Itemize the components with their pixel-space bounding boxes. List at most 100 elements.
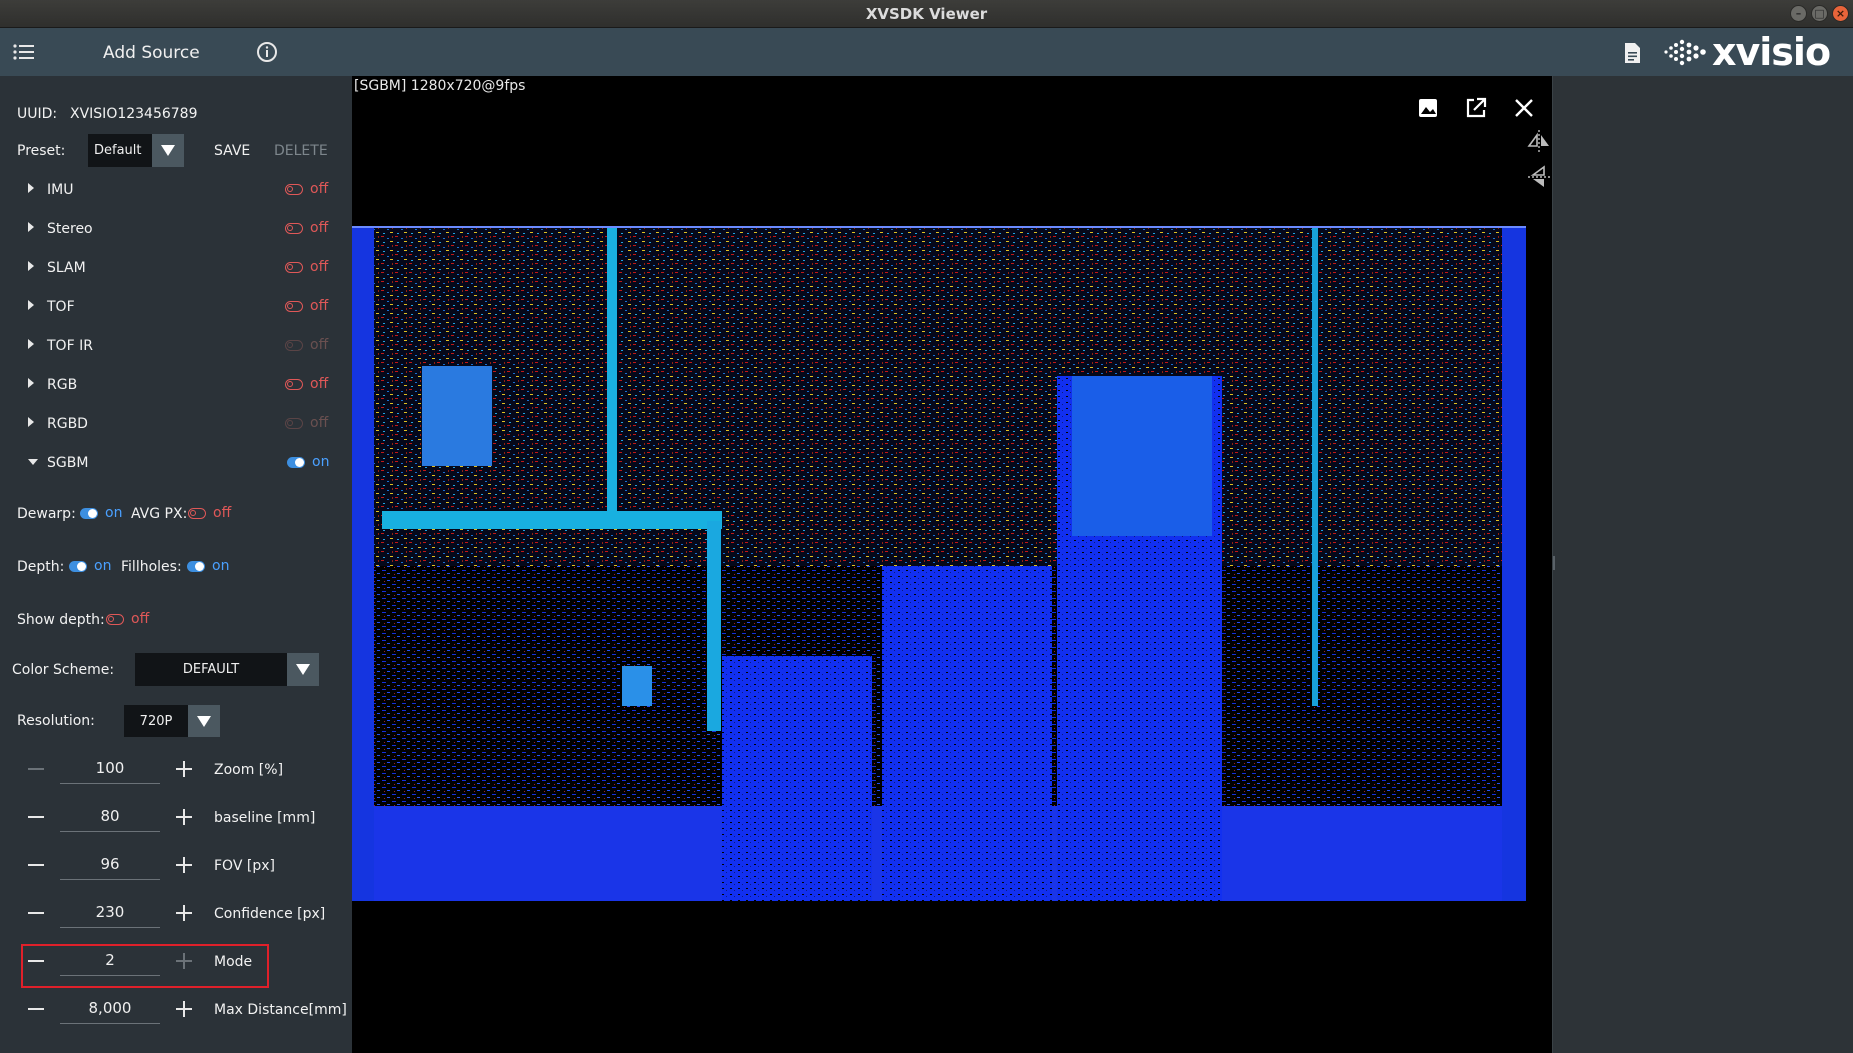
increment-icon[interactable] [176, 953, 192, 969]
flip-vertical-icon[interactable] [1526, 164, 1552, 190]
confidence-input[interactable] [60, 896, 160, 928]
resolution-value: 720P [139, 713, 173, 729]
increment-icon[interactable] [176, 905, 192, 921]
image-icon[interactable] [1414, 94, 1442, 122]
fov-input[interactable] [60, 848, 160, 880]
delete-preset-button[interactable]: DELETE [274, 143, 328, 159]
module-row-slam[interactable]: SLAM off [0, 252, 352, 282]
toggle-switch-icon [285, 222, 303, 234]
info-icon[interactable] [256, 41, 278, 63]
save-preset-button[interactable]: SAVE [214, 143, 250, 159]
confidence-label: Confidence [px] [214, 906, 326, 922]
close-icon[interactable] [1510, 94, 1538, 122]
color-scheme-dropdown[interactable]: DEFAULT [135, 653, 319, 686]
xvisio-logo: xvisio [1662, 30, 1848, 74]
mode-label: Mode [214, 954, 253, 970]
module-row-imu[interactable]: IMU off [0, 174, 352, 204]
baseline-input[interactable] [60, 800, 160, 832]
caret-right-icon [28, 261, 34, 271]
preset-label: Preset: [17, 143, 66, 159]
show-depth-toggle[interactable]: off [106, 611, 149, 627]
uuid-value: XVISIO123456789 [70, 106, 198, 122]
app-toolbar: Add Source xvisio [0, 28, 1853, 76]
toggle-switch-icon [285, 261, 303, 273]
decrement-icon[interactable] [28, 864, 44, 866]
max-distance-input[interactable] [60, 992, 160, 1024]
dropdown-arrow-icon [152, 134, 184, 167]
flip-horizontal-icon[interactable] [1526, 128, 1552, 154]
splitter-handle[interactable] [1553, 556, 1555, 570]
toggle-state: on [105, 505, 123, 521]
fov-label: FOV [px] [214, 858, 275, 874]
caret-right-icon [28, 339, 34, 349]
depth-label: Depth: [17, 559, 65, 575]
toggle-switch-icon [80, 507, 98, 519]
preset-dropdown[interactable]: Default [88, 134, 184, 167]
toggle-switch-icon [285, 417, 303, 429]
module-row-tof-ir[interactable]: TOF IR off [0, 330, 352, 360]
slam-toggle[interactable]: off [285, 259, 328, 275]
document-icon[interactable] [1622, 42, 1642, 64]
toggle-switch-icon [187, 560, 205, 572]
module-row-rgb[interactable]: RGB off [0, 369, 352, 399]
toggle-switch-icon [285, 339, 303, 351]
window-controls: – □ × [1790, 5, 1849, 22]
list-menu-icon[interactable] [12, 41, 36, 63]
tof-ir-toggle[interactable]: off [285, 337, 328, 353]
imu-toggle[interactable]: off [285, 181, 328, 197]
module-label: Stereo [47, 221, 93, 237]
resolution-dropdown[interactable]: 720P [124, 705, 220, 737]
toggle-state: on [94, 558, 112, 574]
decrement-icon[interactable] [28, 960, 44, 962]
add-source-button[interactable]: Add Source [103, 43, 200, 63]
max-distance-stepper: Max Distance[mm] [20, 990, 347, 1030]
close-window-button[interactable]: × [1832, 5, 1849, 22]
mode-input[interactable] [60, 944, 160, 976]
decrement-icon[interactable] [28, 1008, 44, 1010]
dropdown-arrow-icon [188, 705, 220, 737]
increment-icon[interactable] [176, 809, 192, 825]
tof-toggle[interactable]: off [285, 298, 328, 314]
toggle-switch-icon [285, 378, 303, 390]
minimize-button[interactable]: – [1790, 5, 1807, 22]
toggle-state: off [310, 415, 329, 431]
decrement-icon[interactable] [28, 816, 44, 818]
depth-toggle[interactable]: on [69, 558, 111, 574]
increment-icon[interactable] [176, 761, 192, 777]
toggle-switch-icon [285, 183, 303, 195]
avg-px-toggle[interactable]: off [188, 505, 231, 521]
increment-icon[interactable] [176, 857, 192, 873]
brand-name: xvisio [1712, 30, 1831, 74]
stream-info: [SGBM] 1280x720@9fps [354, 78, 525, 94]
module-row-stereo[interactable]: Stereo off [0, 213, 352, 243]
toggle-switch-icon [69, 560, 87, 572]
color-scheme-label: Color Scheme: [12, 662, 115, 678]
stream-viewer: [SGBM] 1280x720@9fps [352, 76, 1552, 1053]
stream-tag: [SGBM] [354, 78, 407, 94]
sgbm-depth-image [352, 226, 1526, 901]
module-row-tof[interactable]: TOF off [0, 291, 352, 321]
dewarp-toggle[interactable]: on [80, 505, 122, 521]
uuid-label: UUID: [17, 106, 58, 122]
module-label: RGB [47, 377, 78, 393]
dropdown-arrow-icon [287, 653, 319, 686]
toggle-switch-icon [188, 507, 206, 519]
toggle-state: off [310, 259, 329, 275]
toggle-switch-icon [285, 300, 303, 312]
rgb-toggle[interactable]: off [285, 376, 328, 392]
open-external-icon[interactable] [1462, 94, 1490, 122]
fillholes-label: Fillholes: [121, 559, 182, 575]
maximize-button[interactable]: □ [1811, 5, 1828, 22]
caret-right-icon [28, 417, 34, 427]
rgbd-toggle[interactable]: off [285, 415, 328, 431]
module-row-sgbm[interactable]: SGBM on [0, 447, 352, 477]
toggle-state: off [310, 181, 329, 197]
decrement-icon[interactable] [28, 768, 44, 770]
stereo-toggle[interactable]: off [285, 220, 328, 236]
sgbm-toggle[interactable]: on [287, 454, 329, 470]
fillholes-toggle[interactable]: on [187, 558, 229, 574]
zoom-input[interactable] [60, 752, 160, 784]
module-row-rgbd[interactable]: RGBD off [0, 408, 352, 438]
decrement-icon[interactable] [28, 912, 44, 914]
increment-icon[interactable] [176, 1001, 192, 1017]
